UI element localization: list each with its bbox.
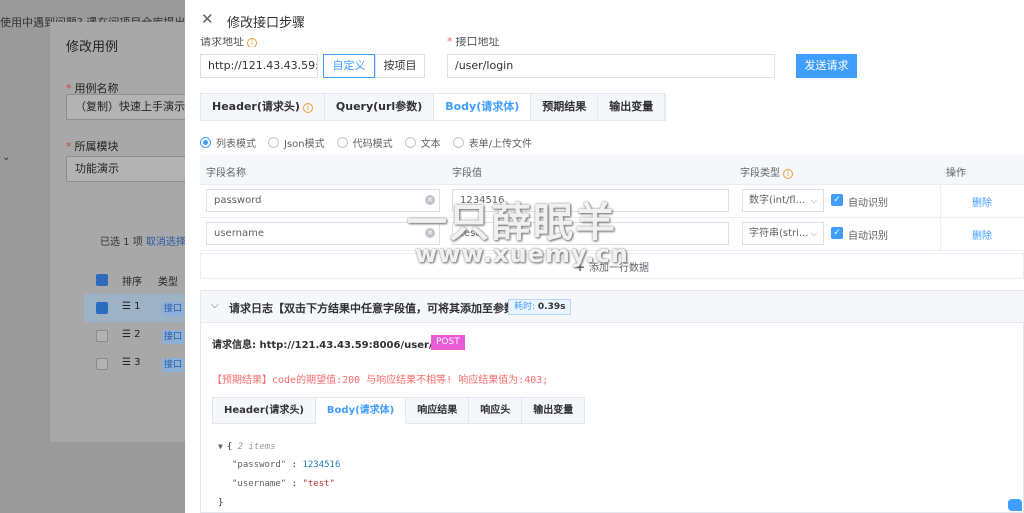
table-row: username ✕ test 字符串(stri... ⌵ ✓ 自动识别 删除 bbox=[200, 218, 1024, 251]
background-table: 排序 类型 ☰ 1 接口 ☰ 2 接口 ☰ 3 接口 bbox=[84, 266, 194, 378]
edit-step-drawer: ✕ 修改接口步骤 请求地址i http://121.43.43.59:8006 … bbox=[185, 0, 1024, 513]
clear-icon[interactable]: ✕ bbox=[425, 228, 435, 238]
api-address-label: * 接口地址 bbox=[447, 37, 500, 47]
tab-expected[interactable]: 预期结果 bbox=[531, 94, 599, 120]
close-icon[interactable]: ✕ bbox=[201, 10, 214, 28]
request-address-input[interactable]: http://121.43.43.59:8006 bbox=[200, 54, 318, 78]
json-viewer: ▼{ 2 items "password" : 1234516 "usernam… bbox=[218, 442, 341, 508]
radio-form-mode[interactable]: 表单/上传文件 bbox=[452, 135, 532, 150]
collapse-triangle-icon[interactable]: ▼ bbox=[218, 442, 223, 451]
background-dialog: 修改用例 * 用例名称 （复制）快速上手演示用例 * 所属模块 功能演示 bbox=[50, 22, 206, 442]
tab-output-vars[interactable]: 输出变量 bbox=[598, 94, 666, 120]
custom-address-button[interactable]: 自定义 bbox=[323, 54, 375, 78]
tab-resp-body[interactable]: Body(请求体) bbox=[315, 397, 407, 424]
field-type-select[interactable]: 数字(int/fl... ⌵ bbox=[742, 189, 824, 212]
info-icon: i bbox=[247, 38, 257, 47]
field-value-input[interactable]: 1234516 bbox=[452, 189, 729, 212]
radio-code-mode[interactable]: 代码模式 bbox=[336, 135, 393, 150]
table-row: ☰ 1 接口 bbox=[84, 294, 194, 322]
request-address-label: 请求地址 i bbox=[200, 37, 257, 47]
chevron-down-icon: ⌄ bbox=[2, 152, 11, 163]
table-header-row: 排序 类型 bbox=[84, 266, 194, 294]
body-mode-radios: 列表模式 Json模式 代码模式 文本 表单/上传文件 bbox=[200, 135, 544, 150]
field-name-input[interactable]: username bbox=[206, 222, 440, 245]
module-label: * 所属模块 bbox=[66, 140, 119, 153]
table-row: ☰ 3 接口 bbox=[84, 350, 194, 378]
info-icon: i bbox=[783, 169, 793, 179]
json-field-username[interactable]: "username" : "test" bbox=[218, 475, 340, 494]
tab-body[interactable]: Body(请求体) bbox=[434, 94, 532, 120]
select-all-checkbox bbox=[96, 274, 108, 286]
tab-resp-output-vars[interactable]: 输出变量 bbox=[522, 397, 586, 424]
radio-text-mode[interactable]: 文本 bbox=[404, 135, 441, 150]
auto-detect-checkbox[interactable]: ✓ bbox=[831, 194, 843, 206]
delete-link[interactable]: 删除 bbox=[972, 227, 992, 242]
tab-resp-headers[interactable]: 响应头 bbox=[469, 397, 523, 424]
request-info: 请求信息: http://121.43.43.59:8006/user/logi… bbox=[212, 340, 461, 351]
table-row: ☰ 2 接口 bbox=[84, 322, 194, 350]
field-table: 字段名称 字段值 字段类型 i 操作 password ✕ 1234516 数字(… bbox=[200, 155, 1024, 279]
chevron-down-icon[interactable]: ⌵ bbox=[211, 300, 219, 311]
field-name-input[interactable]: password bbox=[206, 189, 440, 212]
expected-result-message: 【预期结果】code的期望值:200 与响应结果不相等! 响应结果值为:403; bbox=[212, 375, 549, 386]
tab-resp-result[interactable]: 响应结果 bbox=[406, 397, 470, 424]
method-badge: POST bbox=[431, 335, 465, 350]
api-address-input[interactable]: /user/login bbox=[447, 54, 775, 78]
radio-json-mode[interactable]: Json模式 bbox=[268, 135, 325, 150]
row-checkbox bbox=[96, 358, 108, 370]
tab-query[interactable]: Query(url参数) bbox=[325, 94, 435, 120]
drawer-header: ✕ 修改接口步骤 bbox=[185, 0, 1024, 38]
field-type-select[interactable]: 字符串(stri... ⌵ bbox=[742, 222, 824, 245]
tab-resp-header[interactable]: Header(请求头) bbox=[212, 397, 316, 424]
by-project-button[interactable]: 按项目 bbox=[375, 54, 425, 78]
delete-link[interactable]: 删除 bbox=[972, 194, 992, 209]
radio-list-mode[interactable]: 列表模式 bbox=[200, 135, 256, 150]
elapsed-time-badge: 耗时: 0.39s bbox=[508, 299, 572, 315]
info-icon: i bbox=[302, 103, 313, 113]
row-checkbox bbox=[96, 330, 108, 342]
request-log-panel: ⌵ 请求日志【双击下方结果中任意字段值，可将其添加至参数列表中】 耗时: 0.3… bbox=[200, 290, 1024, 513]
chevron-down-icon: ⌵ bbox=[810, 196, 817, 205]
chevron-down-icon: ⌵ bbox=[810, 229, 817, 238]
add-row-button[interactable]: + 添加一行数据 bbox=[200, 253, 1024, 279]
selected-info: 已选 1 项 取消选择 bbox=[100, 237, 186, 248]
request-tabs: Header(请求头) i Query(url参数) Body(请求体) 预期结果… bbox=[200, 93, 667, 121]
table-row: password ✕ 1234516 数字(int/fl... ⌵ ✓ 自动识别 … bbox=[200, 185, 1024, 218]
send-request-button[interactable]: 发送请求 bbox=[796, 54, 857, 78]
field-value-input[interactable]: test bbox=[452, 222, 729, 245]
plus-icon: + bbox=[574, 260, 586, 274]
row-checkbox bbox=[96, 302, 108, 314]
field-table-header: 字段名称 字段值 字段类型 i 操作 bbox=[200, 155, 1024, 185]
json-field-password[interactable]: "password" : 1234516 bbox=[218, 456, 340, 475]
chat-icon[interactable] bbox=[1008, 499, 1022, 511]
response-tabs: Header(请求头) Body(请求体) 响应结果 响应头 输出变量 bbox=[212, 397, 586, 424]
auto-detect-checkbox[interactable]: ✓ bbox=[831, 227, 843, 239]
drawer-title: 修改接口步骤 bbox=[227, 16, 306, 31]
request-log-header[interactable]: ⌵ 请求日志【双击下方结果中任意字段值，可将其添加至参数列表中】 耗时: 0.3… bbox=[201, 291, 1024, 323]
background-dialog-title: 修改用例 bbox=[66, 40, 119, 55]
clear-icon[interactable]: ✕ bbox=[425, 195, 435, 205]
tab-header[interactable]: Header(请求头) i bbox=[201, 94, 325, 120]
